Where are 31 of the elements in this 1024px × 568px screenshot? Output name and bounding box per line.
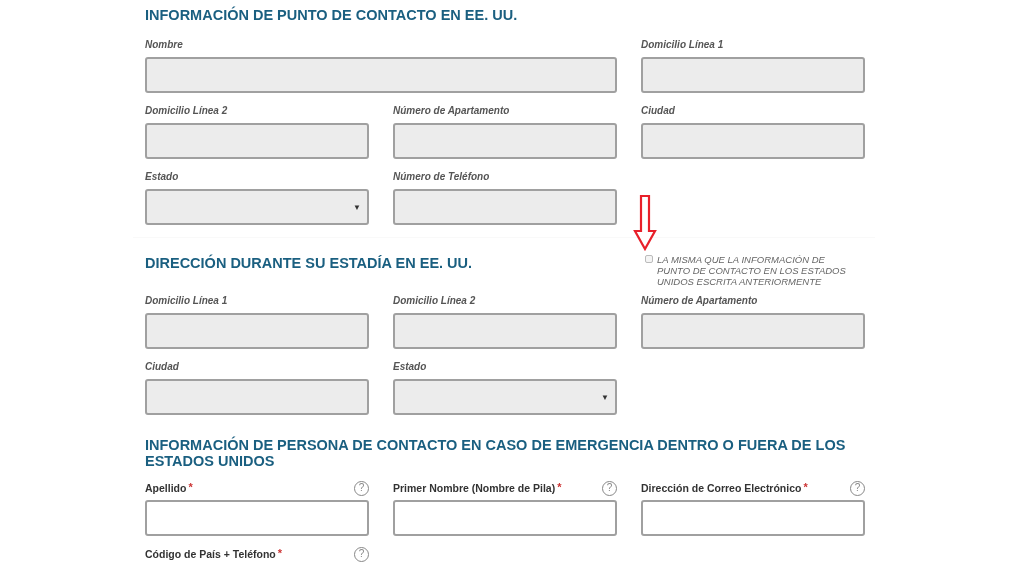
field-label: Domicilio Línea 1	[641, 39, 724, 51]
field-label: Número de Apartamento	[641, 295, 758, 307]
input-field[interactable]	[641, 500, 865, 536]
field-label: Estado	[393, 361, 427, 373]
field-label: Apellido	[145, 482, 187, 494]
input-field[interactable]	[393, 500, 617, 536]
field-label: Ciudad	[145, 361, 179, 373]
field-label: Estado	[145, 171, 179, 183]
field-label: Dirección de Correo Electrónico	[641, 482, 802, 494]
input-field[interactable]	[145, 500, 369, 536]
section-heading: DIRECCIÓN DURANTE SU ESTADÍA EN EE. UU.	[145, 255, 474, 273]
checkbox[interactable]	[645, 255, 653, 263]
required-mark: *	[803, 482, 808, 492]
checkbox-label: LA MISMA QUE LA INFORMACIÓN DE PUNTO DE CONTACTO EN LOS ESTADOS UNIDOS ESCRITA ANTERIORMENTE	[657, 254, 847, 287]
field-label: Domicilio Línea 2	[393, 295, 476, 307]
caret-icon: ▼	[353, 202, 361, 214]
field-label: Código de País + Teléfono	[145, 548, 276, 560]
section-heading: INFORMACIÓN DE PUNTO DE CONTACTO EN EE. UU.	[145, 7, 519, 23]
down-arrow-icon	[633, 195, 657, 251]
caret-icon: ▼	[601, 392, 609, 404]
required-mark: *	[277, 548, 283, 558]
required-mark: *	[188, 482, 193, 492]
field-label: Ciudad	[641, 105, 675, 117]
field-label: Primer Nombre (Nombre de Pila)	[393, 482, 556, 494]
section-heading: INFORMACIÓN DE PERSONA DE CONTACTO EN CASO DE EMERGENCIA DENTRO O FUERA DE LOS ESTADOS UNIDOS	[145, 437, 847, 469]
field-label: Domicilio Línea 2	[145, 105, 228, 117]
field-label: Número de Teléfono	[393, 171, 490, 183]
field-label: Número de Apartamento	[393, 105, 510, 117]
field-label: Domicilio Línea 1	[145, 295, 228, 307]
field-label: Nombre	[145, 39, 183, 51]
required-mark: *	[557, 482, 562, 492]
